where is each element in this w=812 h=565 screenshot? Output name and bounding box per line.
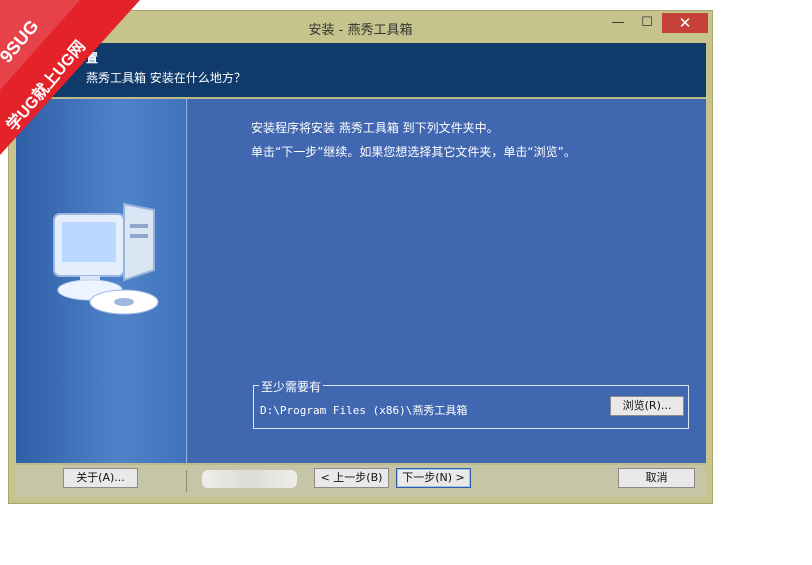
instruction-text: 单击“下一步”继续。如果您想选择其它文件夹，单击“浏览”。 bbox=[251, 145, 576, 159]
wizard-footer: 关于(A)... < 上一步(B) 下一步(N) > 取消 bbox=[16, 465, 706, 497]
back-button[interactable]: < 上一步(B) bbox=[314, 468, 389, 488]
footer-divider bbox=[186, 470, 187, 492]
about-button[interactable]: 关于(A)... bbox=[63, 468, 138, 488]
close-button[interactable]: ✕ bbox=[662, 13, 708, 33]
side-divider bbox=[186, 99, 187, 463]
cancel-button[interactable]: 取消 bbox=[618, 468, 695, 488]
maximize-icon: ☐ bbox=[641, 15, 653, 30]
cd-disc bbox=[89, 289, 159, 315]
watermark-badge: 9SUG 学UG就上UG网 bbox=[0, 0, 140, 155]
close-icon: ✕ bbox=[678, 14, 692, 32]
monitor bbox=[53, 213, 125, 301]
next-button[interactable]: 下一步(N) > bbox=[396, 468, 471, 488]
minimize-button[interactable]: — bbox=[604, 13, 632, 33]
blurred-text bbox=[202, 470, 297, 488]
destination-path: D:\Program Files (x86)\燕秀工具箱 bbox=[260, 404, 468, 417]
minimize-icon: — bbox=[611, 15, 625, 30]
destination-group: 至少需要有 D:\Program Files (x86)\燕秀工具箱 浏览(R)… bbox=[253, 378, 689, 429]
group-label: 至少需要有 bbox=[259, 378, 324, 395]
computer-illustration-icon bbox=[53, 202, 159, 315]
wizard-main-panel: 安装程序将安装 燕秀工具箱 到下列文件夹中。 单击“下一步”继续。如果您想选择其… bbox=[188, 99, 706, 463]
install-info-text: 安装程序将安装 燕秀工具箱 到下列文件夹中。 bbox=[251, 121, 499, 135]
browse-button[interactable]: 浏览(R)... bbox=[610, 396, 684, 416]
cpu-tower bbox=[123, 202, 155, 282]
maximize-button[interactable]: ☐ bbox=[633, 13, 661, 33]
